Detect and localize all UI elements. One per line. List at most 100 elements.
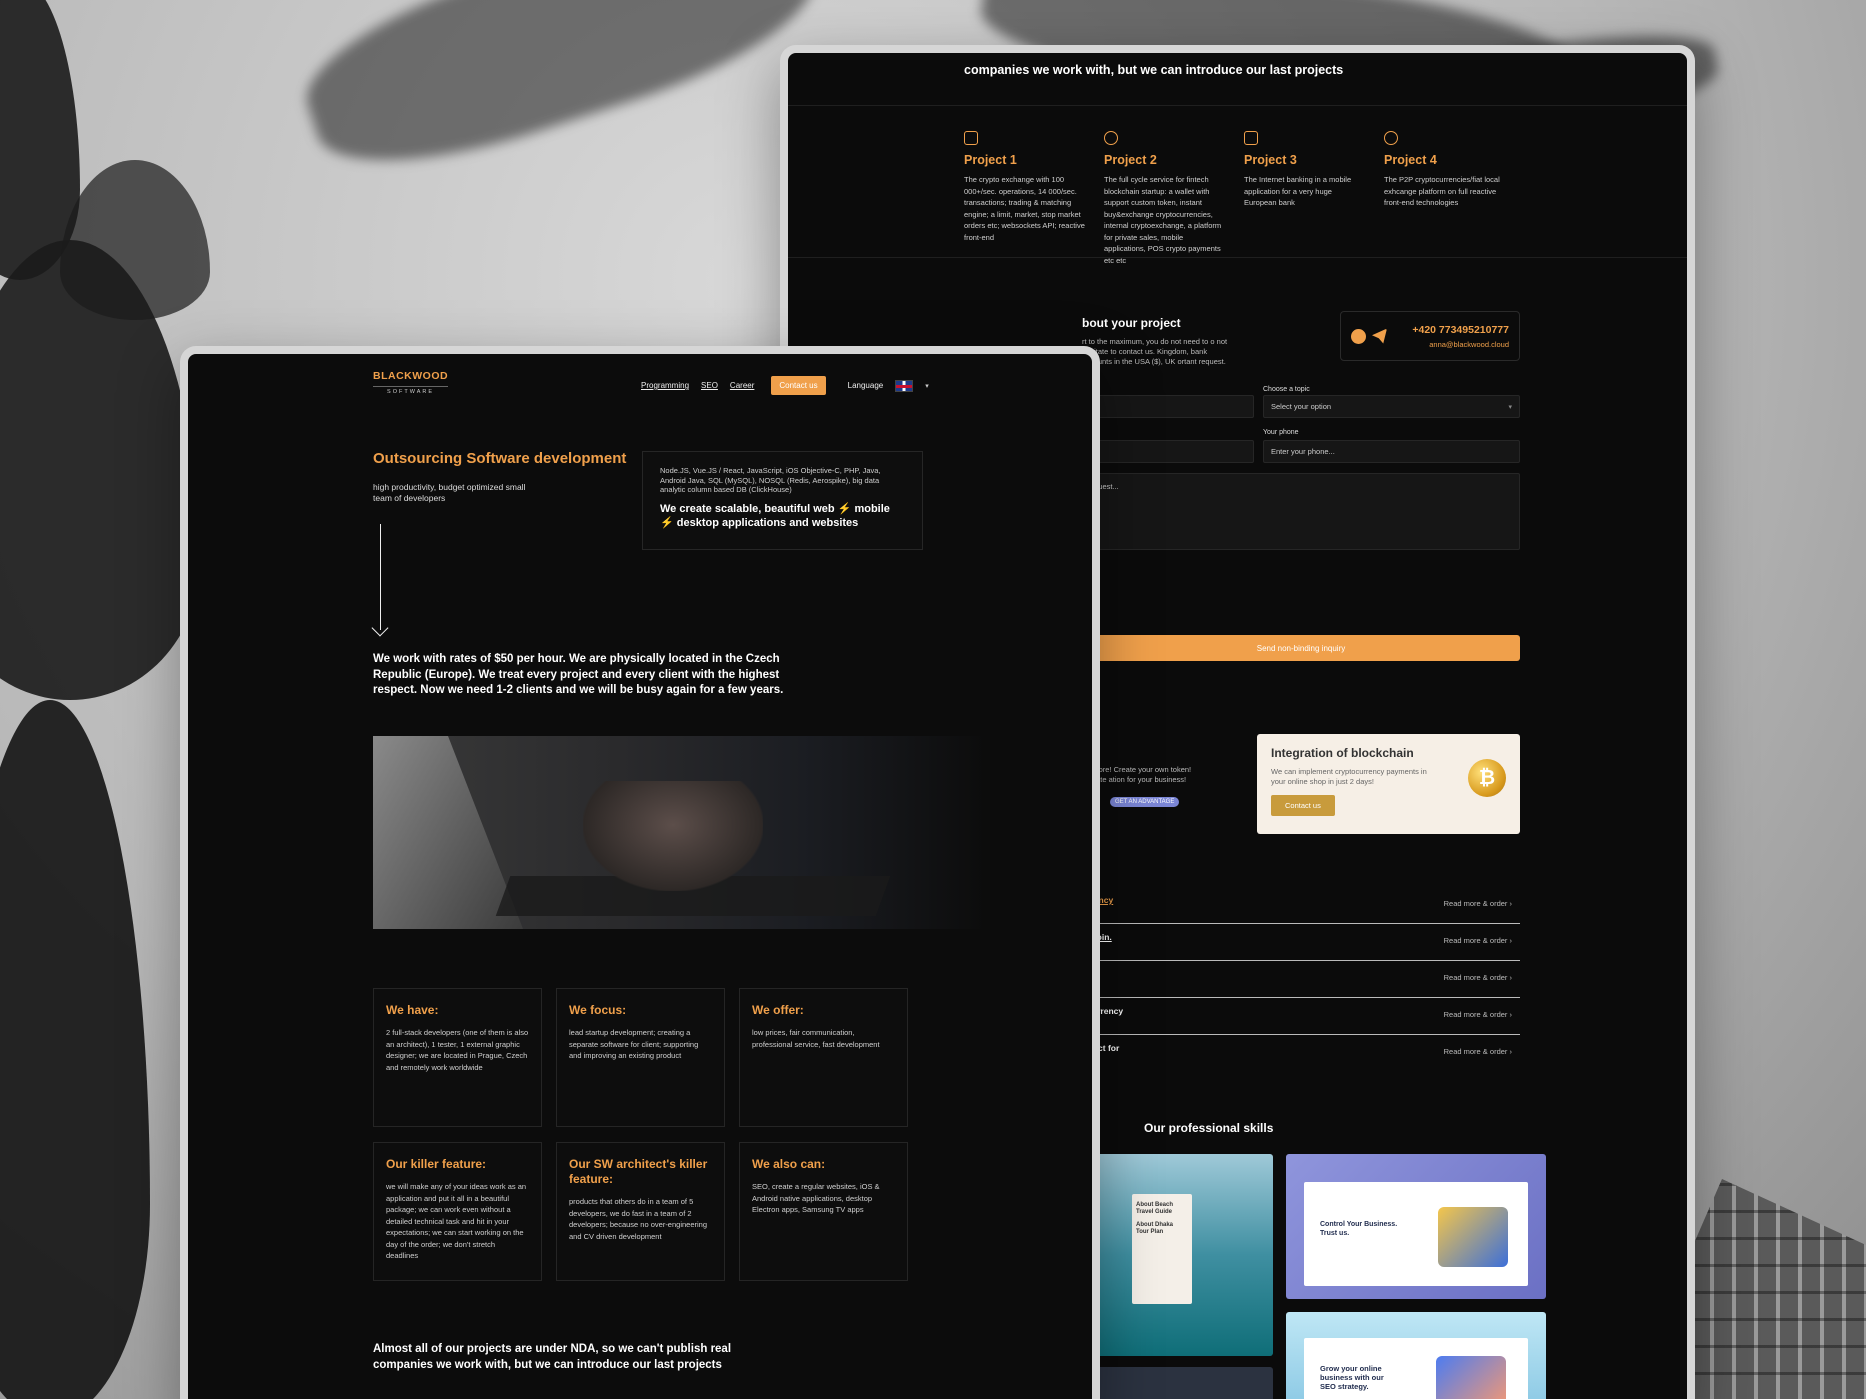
nav-links: Programming SEO Career Contact us Langua… [641,376,929,395]
request-textarea[interactable]: equest... [1082,473,1520,550]
info-card: We offer: low prices, fair communication… [739,988,908,1127]
service-row[interactable]: in coin. Read more & order › [1082,924,1520,961]
card-title: Our SW architect's killer feature: [569,1157,708,1186]
contact-info: +420 773495210777 anna@blackwood.cloud [1412,324,1509,349]
card-text: lead startup development; creating a sep… [569,1028,699,1060]
project-desc: The full cycle service for fintech block… [1104,175,1222,265]
top-nav: BLACKWOOD SOFTWARE Programming SEO Caree… [188,354,1092,404]
shapes-icon [964,131,978,145]
read-more-link[interactable]: Read more & order › [1444,973,1512,982]
contact-section-desc: rt to the maximum, you do not need to o … [1082,337,1228,366]
service-row[interactable]: urrency Read more & order › [1082,887,1520,924]
divider [788,105,1687,106]
mock-text: Tour Plan [1136,1229,1164,1235]
phone-label: Your phone [1263,429,1299,436]
chevron-down-icon: ▾ [1508,403,1512,411]
front-screen-frame: BLACKWOOD SOFTWARE Programming SEO Caree… [180,346,1100,1399]
project-card: Project 1 The crypto exchange with 100 0… [964,131,1085,266]
advantage-pill[interactable]: GET AN ADVANTAGE [1110,797,1180,807]
front-screen: BLACKWOOD SOFTWARE Programming SEO Caree… [188,354,1092,1399]
tagline: We create scalable, beautiful web ⚡ mobi… [660,502,890,529]
project-desc: The crypto exchange with 100 000+/sec. o… [964,175,1085,242]
phone-link[interactable]: +420 773495210777 [1412,324,1509,336]
topic-select[interactable]: Select your option ▾ [1263,395,1520,418]
target-icon [1384,131,1398,145]
chevron-down-icon[interactable]: ▾ [925,382,929,390]
down-arrow-icon [380,524,381,630]
nav-seo[interactable]: SEO [701,381,718,390]
nav-programming[interactable]: Programming [641,381,689,390]
blockchain-title: Integration of blockchain [1271,746,1414,760]
mobile-icon [1244,131,1258,145]
blockchain-text: We can implement cryptocurrency payments… [1271,767,1427,786]
logo-text: BLACKWOOD [373,370,449,382]
projects-list: Project 1 The crypto exchange with 100 0… [964,131,1505,266]
logo-subtitle: SOFTWARE [373,386,449,395]
info-card: Our killer feature: we will make any of … [373,1142,542,1281]
project-card: Project 4 The P2P cryptocurrencies/fiat … [1384,131,1505,266]
email-input[interactable] [1082,440,1254,463]
blockchain-contact-button[interactable]: Contact us [1271,795,1335,816]
card-text: we will make any of your ideas work as a… [386,1182,527,1260]
topic-select-value: Select your option [1271,402,1332,411]
email-link[interactable]: anna@blackwood.cloud [1412,340,1509,349]
name-input[interactable] [1082,395,1254,418]
card-title: We have: [386,1003,439,1017]
read-more-link[interactable]: Read more & order › [1444,936,1512,945]
topic-label: Choose a topic [1263,386,1310,393]
project-card: Project 2 The full cycle service for fin… [1104,131,1225,266]
read-more-link[interactable]: Read more & order › [1444,1010,1512,1019]
service-row[interactable]: ntract for Read more & order › [1082,1035,1520,1072]
telegram-icon[interactable] [1372,328,1387,344]
blockchain-card: Integration of blockchain We can impleme… [1257,734,1520,834]
card-text: low prices, fair communication, professi… [752,1028,880,1049]
send-inquiry-button[interactable]: Send non-binding inquiry [1082,635,1520,661]
skill-preview-travel[interactable]: About Beach Travel Guide About Dhaka Tou… [1082,1154,1273,1356]
skill-preview-dark[interactable] [1082,1367,1273,1399]
rates-text: We work with rates of $50 per hour. We a… [373,653,784,696]
tech-stack-box: Node.JS, Vue.JS / React, JavaScript, iOS… [642,451,923,550]
card-title: We offer: [752,1003,804,1017]
card-text: 2 full-stack developers (one of them is … [386,1028,529,1072]
card-text: SEO, create a regular websites, iOS & An… [752,1182,880,1214]
nav-career[interactable]: Career [730,381,754,390]
travel-mock: About Beach Travel Guide About Dhaka Tou… [1132,1194,1192,1304]
tech-stack-text: Node.JS, Vue.JS / React, JavaScript, iOS… [660,466,881,494]
bitcoin-icon: ₿ [1468,759,1506,797]
contact-section-title: bout your project [1082,316,1181,330]
info-card: We focus: lead startup development; crea… [556,988,725,1127]
hero-title: Outsourcing Software development [373,450,627,467]
project-title: Project 3 [1244,153,1297,167]
project-desc: The Internet banking in a mobile applica… [1244,175,1352,207]
divider [788,257,1687,258]
card-title: We focus: [569,1003,627,1017]
info-card: We have: 2 full-stack developers (one of… [373,988,542,1127]
info-card: We also can: SEO, create a regular websi… [739,1142,908,1281]
down-arrow-icon [371,619,389,637]
info-card: Our SW architect's killer feature: produ… [556,1142,725,1281]
phone-input[interactable]: Enter your phone... [1263,440,1520,463]
skill-preview-business[interactable]: Control Your Business. Trust us. [1286,1154,1546,1299]
contact-card: +420 773495210777 anna@blackwood.cloud [1340,311,1520,361]
illustration [1436,1356,1506,1399]
project-title: Project 1 [964,153,1017,167]
read-more-link[interactable]: Read more & order › [1444,899,1512,908]
seo-mock: Grow your online business with our SEO s… [1304,1338,1528,1399]
hero-image [373,736,987,929]
mock-text: Travel Guide [1136,1209,1173,1215]
projects-intro-text: companies we work with, but we can intro… [964,63,1344,77]
uk-flag-icon[interactable] [895,379,914,392]
contact-us-button[interactable]: Contact us [771,376,826,395]
mock-text: About Dhaka [1136,1222,1174,1228]
service-row[interactable]: ocurrency Read more & order › [1082,998,1520,1035]
service-row[interactable]: ad Read more & order › [1082,961,1520,998]
card-title: Our killer feature: [386,1157,487,1171]
language-label: Language [847,381,884,390]
card-text: products that others do in a team of 5 d… [569,1197,708,1241]
skill-preview-seo[interactable]: Grow your online business with our SEO s… [1286,1312,1546,1399]
whatsapp-icon[interactable] [1351,328,1366,344]
phone-input-placeholder: Enter your phone... [1271,447,1335,456]
read-more-link[interactable]: Read more & order › [1444,1047,1512,1056]
logo[interactable]: BLACKWOOD SOFTWARE [373,370,449,395]
half-circle-icon [1104,131,1118,145]
